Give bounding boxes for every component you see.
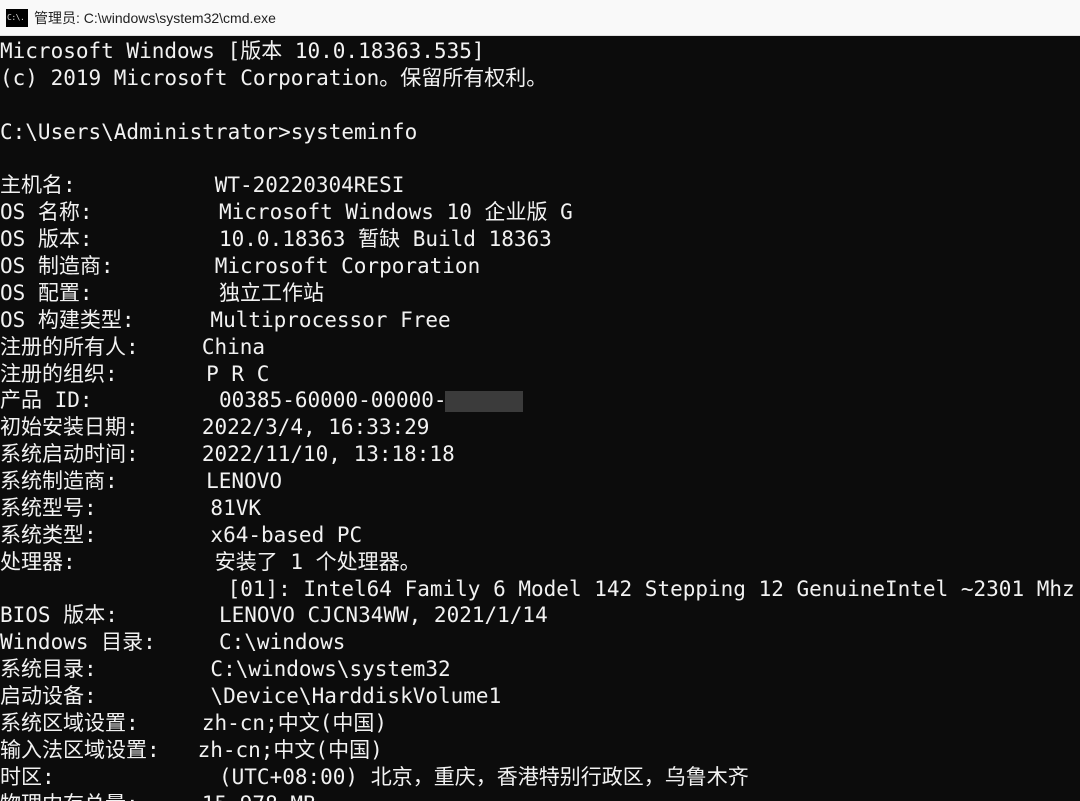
redacted-text <box>445 391 523 412</box>
terminal-output[interactable]: Microsoft Windows [版本 10.0.18363.535] (c… <box>0 36 1080 801</box>
cmd-window: C:\. 管理员: C:\windows\system32\cmd.exe Mi… <box>0 0 1080 801</box>
cmd-icon: C:\. <box>6 9 28 27</box>
window-title: 管理员: C:\windows\system32\cmd.exe <box>34 8 276 28</box>
window-titlebar[interactable]: C:\. 管理员: C:\windows\system32\cmd.exe <box>0 0 1080 36</box>
